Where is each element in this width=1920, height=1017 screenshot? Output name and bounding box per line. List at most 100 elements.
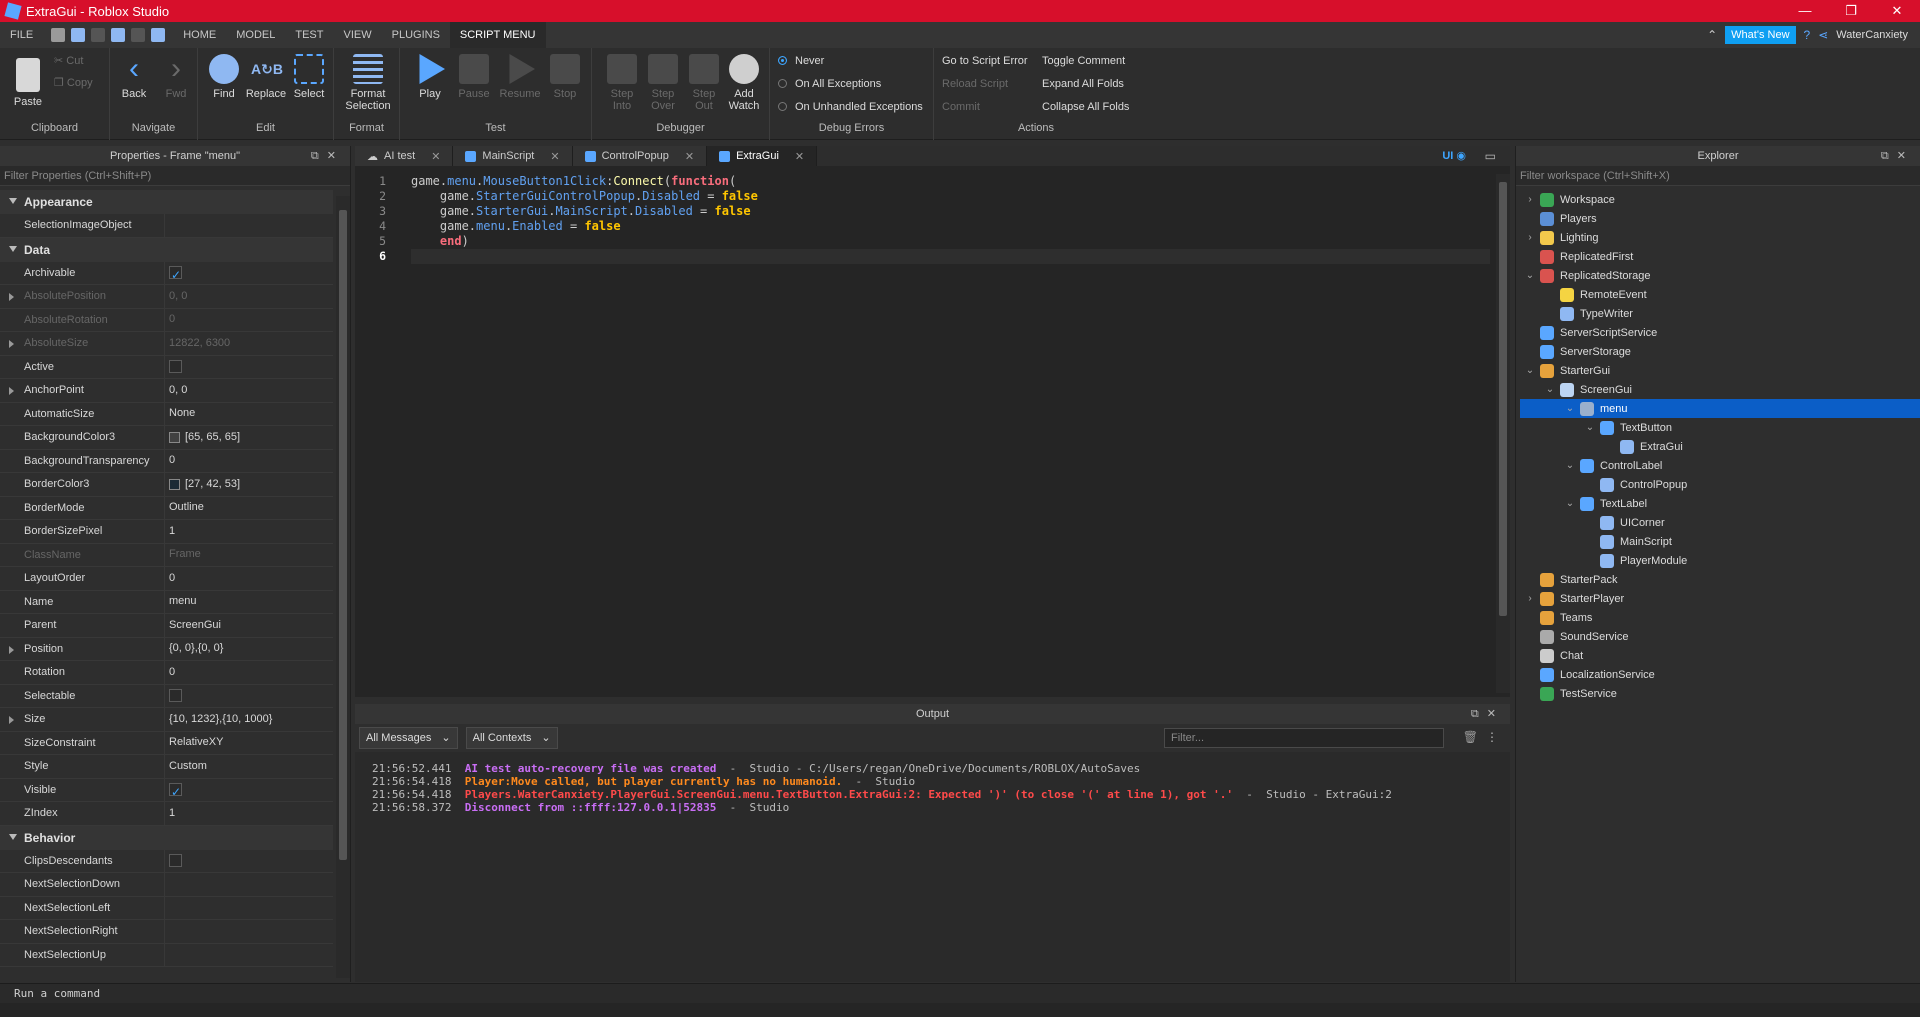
property-value[interactable] [165, 685, 187, 708]
property-row-name[interactable]: Name menu [0, 590, 333, 614]
code-line-current[interactable] [411, 249, 1490, 264]
menu-home[interactable]: HOME [173, 22, 226, 48]
expand-arrow-icon[interactable]: ⌄ [1524, 365, 1536, 376]
more-options-icon[interactable]: ⋮ [1486, 730, 1498, 744]
tree-item-controlpopup[interactable]: ControlPopup [1520, 475, 1920, 494]
property-row-automaticsize[interactable]: AutomaticSize None [0, 402, 333, 426]
code-line[interactable]: game.menu.MouseButton1Click:Connect(func… [411, 174, 1490, 189]
never-radio[interactable]: Never [778, 55, 824, 67]
tree-item-teams[interactable]: Teams [1520, 608, 1920, 627]
section-behavior[interactable]: Behavior [0, 825, 333, 850]
property-value[interactable]: [65, 65, 65] [165, 426, 240, 449]
tab-ai-test[interactable]: ☁ AI test ✕ [355, 146, 454, 166]
expand-arrow-icon[interactable]: ⌄ [1584, 422, 1596, 433]
checkbox[interactable] [169, 854, 182, 868]
checkbox[interactable] [169, 689, 182, 703]
property-value[interactable]: 0, 0 [165, 379, 187, 402]
property-value[interactable]: RelativeXY [165, 732, 223, 755]
menu-view[interactable]: VIEW [333, 22, 381, 48]
tab-controlpopup[interactable]: ControlPopup ✕ [572, 146, 708, 166]
section-data[interactable]: Data [0, 237, 333, 262]
expand-arrow-icon[interactable]: ⌄ [1564, 498, 1576, 509]
property-row-active[interactable]: Active [0, 355, 333, 379]
tree-item-serverstorage[interactable]: ServerStorage [1520, 342, 1920, 361]
property-value[interactable]: 0 [165, 567, 175, 590]
tree-item-players[interactable]: Players [1520, 209, 1920, 228]
cut-button[interactable]: ✂ Cut [54, 54, 83, 67]
property-value[interactable]: 12822, 6300 [165, 332, 230, 355]
output-source[interactable]: - Studio [842, 775, 915, 788]
color-swatch[interactable] [169, 478, 180, 490]
property-row-bordercolor3[interactable]: BorderColor3 [27, 42, 53] [0, 473, 333, 497]
panel-controls[interactable]: ⧉✕ [1471, 707, 1504, 721]
code-line[interactable]: game.StarterGuiControlPopup.Disabled = f… [411, 189, 1490, 204]
expand-all-folds-button[interactable]: Expand All Folds [1042, 78, 1124, 90]
undo-icon[interactable] [151, 28, 166, 42]
back-button[interactable]: ‹ Back [112, 54, 156, 101]
property-value[interactable]: 0 [165, 309, 175, 332]
section-appearance[interactable]: Appearance [0, 190, 333, 214]
collapse-ribbon-icon[interactable]: ⌃ [1707, 28, 1717, 42]
tree-item-startergui[interactable]: ⌄ StarterGui [1520, 361, 1920, 380]
property-row-zindex[interactable]: ZIndex 1 [0, 802, 333, 826]
publish-icon[interactable] [111, 28, 126, 42]
expand-arrow-icon[interactable]: ⌄ [1564, 403, 1576, 414]
tree-item-replicatedfirst[interactable]: ReplicatedFirst [1520, 247, 1920, 266]
property-row-position[interactable]: Position {0, 0},{0, 0} [0, 637, 333, 661]
close-tab-icon[interactable]: ✕ [685, 150, 694, 163]
step-into-button[interactable]: Step Into [600, 54, 644, 112]
tree-item-extragui[interactable]: ExtraGui [1520, 437, 1920, 456]
tree-item-starterpack[interactable]: StarterPack [1520, 570, 1920, 589]
tree-item-mainscript[interactable]: MainScript [1520, 532, 1920, 551]
property-value[interactable] [165, 920, 169, 943]
tree-item-uicorner[interactable]: UICorner [1520, 513, 1920, 532]
property-row-absoluterotation[interactable]: AbsoluteRotation 0 [0, 308, 333, 332]
code-line[interactable]: game.StarterGui.MainScript.Disabled = fa… [411, 204, 1490, 219]
output-source[interactable]: - Studio - C:/Users/regan/OneDrive/Docum… [716, 762, 1141, 775]
property-row-backgroundtransparency[interactable]: BackgroundTransparency 0 [0, 449, 333, 473]
replace-button[interactable]: A↻B Replace [244, 54, 288, 100]
code-line[interactable]: game.menu.Enabled = false [411, 219, 1490, 234]
expand-arrow-icon[interactable]: › [1524, 593, 1536, 604]
reload-script-button[interactable]: Reload Script [942, 78, 1008, 90]
redo-icon[interactable] [91, 28, 106, 42]
clear-output-icon[interactable]: 🗑 [1463, 730, 1478, 744]
property-row-layoutorder[interactable]: LayoutOrder 0 [0, 567, 333, 591]
tree-item-lighting[interactable]: › Lighting [1520, 228, 1920, 247]
select-button[interactable]: Select [287, 54, 331, 100]
ui-visibility-toggle[interactable]: UI ◉ [1442, 149, 1466, 162]
property-row-sizeconstraint[interactable]: SizeConstraint RelativeXY [0, 731, 333, 755]
toggle-comment-button[interactable]: Toggle Comment [1042, 55, 1125, 67]
property-value[interactable]: [27, 42, 53] [165, 473, 240, 496]
commit-button[interactable]: Commit [942, 101, 980, 113]
scrollbar-thumb[interactable] [1499, 182, 1507, 616]
property-value[interactable]: 1 [165, 802, 175, 825]
tree-item-starterplayer[interactable]: › StarterPlayer [1520, 589, 1920, 608]
stop-button[interactable]: Stop [543, 54, 587, 100]
tree-item-controllabel[interactable]: ⌄ ControlLabel [1520, 456, 1920, 475]
property-value[interactable] [165, 356, 187, 379]
menu-script-menu[interactable]: SCRIPT MENU [449, 22, 546, 48]
property-row-rotation[interactable]: Rotation 0 [0, 661, 333, 685]
property-row-selectable[interactable]: Selectable [0, 684, 333, 708]
tree-item-textlabel[interactable]: ⌄ TextLabel [1520, 494, 1920, 513]
unhandled-exceptions-radio[interactable]: On Unhandled Exceptions [778, 101, 923, 113]
checkbox[interactable] [169, 264, 182, 287]
property-row-anchorpoint[interactable]: AnchorPoint 0, 0 [0, 379, 333, 403]
property-row-selectionimageobject[interactable]: SelectionImageObject [0, 214, 333, 238]
resume-button[interactable]: Resume [498, 54, 542, 100]
property-value[interactable]: {10, 1232},{10, 1000} [165, 708, 272, 731]
step-out-button[interactable]: Step Out [682, 54, 726, 112]
menu-model[interactable]: MODEL [226, 22, 285, 48]
tree-item-menu[interactable]: ⌄ menu [1520, 399, 1920, 418]
tree-item-typewriter[interactable]: TypeWriter [1520, 304, 1920, 323]
property-value[interactable]: 0 [165, 450, 175, 473]
properties-scrollbar[interactable] [336, 196, 350, 978]
property-row-nextselectionup[interactable]: NextSelectionUp [0, 943, 333, 967]
tree-item-replicatedstorage[interactable]: ⌄ ReplicatedStorage [1520, 266, 1920, 285]
menu-file[interactable]: FILE [0, 22, 43, 48]
new-file-icon[interactable] [51, 28, 66, 42]
play-button[interactable]: Play [408, 54, 452, 100]
property-row-nextselectionleft[interactable]: NextSelectionLeft [0, 896, 333, 920]
code-line[interactable]: end) [411, 234, 1490, 249]
